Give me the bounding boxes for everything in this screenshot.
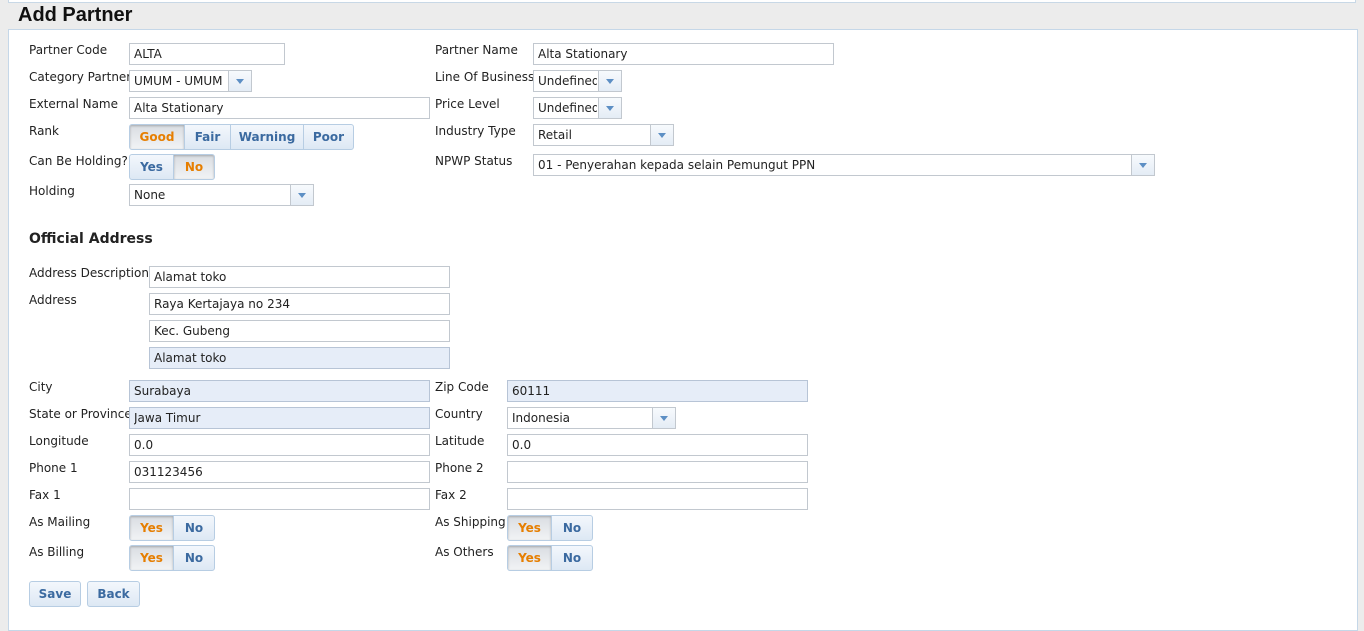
city-input[interactable] <box>129 380 430 402</box>
as-mailing-yes-button[interactable]: Yes <box>130 516 174 540</box>
as-others-yes-button[interactable]: Yes <box>508 546 552 570</box>
chevron-down-icon[interactable] <box>650 125 673 145</box>
zip-code-label: Zip Code <box>435 380 489 394</box>
partner-name-input[interactable] <box>533 43 834 65</box>
as-others-segmented: Yes No <box>507 545 593 571</box>
as-billing-label: As Billing <box>29 545 85 559</box>
rank-poor-button[interactable]: Poor <box>304 125 353 149</box>
official-address-title: Official Address <box>29 231 153 247</box>
npwp-status-value: 01 - Penyerahan kepada selain Pemungut P… <box>538 158 816 172</box>
phone-1-label: Phone 1 <box>29 461 78 475</box>
holding-label: Holding <box>29 184 75 198</box>
save-button[interactable]: Save <box>29 581 81 607</box>
chevron-down-icon[interactable] <box>652 408 675 428</box>
as-others-no-button[interactable]: No <box>552 546 592 570</box>
as-shipping-segmented: Yes No <box>507 515 593 541</box>
chevron-down-icon[interactable] <box>598 98 621 118</box>
as-billing-yes-button[interactable]: Yes <box>130 546 174 570</box>
address-label: Address <box>29 293 77 307</box>
state-input[interactable] <box>129 407 430 429</box>
industry-type-combo[interactable]: Retail <box>533 124 674 146</box>
chevron-down-icon[interactable] <box>228 71 251 91</box>
as-mailing-segmented: Yes No <box>129 515 215 541</box>
as-mailing-label: As Mailing <box>29 515 91 529</box>
line-of-business-label: Line Of Business <box>435 70 535 84</box>
line-of-business-combo[interactable]: Undefined <box>533 70 622 92</box>
country-label: Country <box>435 407 483 421</box>
rank-segmented: Good Fair Warning Poor <box>129 124 354 150</box>
as-shipping-label: As Shipping <box>435 515 506 529</box>
can-be-holding-label: Can Be Holding? <box>29 154 128 168</box>
partner-name-label: Partner Name <box>435 43 518 57</box>
industry-type-value: Retail <box>538 128 572 142</box>
address-description-input[interactable] <box>149 266 450 288</box>
npwp-status-combo[interactable]: 01 - Penyerahan kepada selain Pemungut P… <box>533 154 1155 176</box>
chevron-down-icon[interactable] <box>290 185 313 205</box>
phone-1-input[interactable] <box>129 461 430 483</box>
country-combo[interactable]: Indonesia <box>507 407 676 429</box>
fax-1-input[interactable] <box>129 488 430 510</box>
as-billing-no-button[interactable]: No <box>174 546 214 570</box>
country-value: Indonesia <box>512 411 571 425</box>
as-shipping-no-button[interactable]: No <box>552 516 592 540</box>
as-shipping-yes-button[interactable]: Yes <box>508 516 552 540</box>
state-label: State or Province <box>29 407 132 421</box>
as-billing-segmented: Yes No <box>129 545 215 571</box>
as-others-label: As Others <box>435 545 494 559</box>
can-be-holding-yes-button[interactable]: Yes <box>130 155 174 179</box>
line-of-business-value: Undefined <box>538 74 597 88</box>
phone-2-input[interactable] <box>507 461 808 483</box>
rank-label: Rank <box>29 124 59 138</box>
price-level-combo[interactable]: Undefined <box>533 97 622 119</box>
as-mailing-no-button[interactable]: No <box>174 516 214 540</box>
category-partner-combo[interactable]: UMUM - UMUM <box>129 70 252 92</box>
category-partner-label: Category Partner <box>29 70 132 84</box>
latitude-label: Latitude <box>435 434 485 448</box>
longitude-input[interactable] <box>129 434 430 456</box>
price-level-value: Undefined <box>538 101 597 115</box>
chevron-down-icon[interactable] <box>1131 155 1154 175</box>
holding-value: None <box>134 188 166 202</box>
category-partner-value: UMUM - UMUM <box>134 74 223 88</box>
address-line-1-input[interactable] <box>149 293 450 315</box>
page-title: Add Partner <box>18 4 133 26</box>
holding-combo[interactable]: None <box>129 184 314 206</box>
industry-type-label: Industry Type <box>435 124 516 138</box>
chevron-down-icon[interactable] <box>598 71 621 91</box>
can-be-holding-segmented: Yes No <box>129 154 215 180</box>
price-level-label: Price Level <box>435 97 500 111</box>
latitude-input[interactable] <box>507 434 808 456</box>
can-be-holding-no-button[interactable]: No <box>174 155 214 179</box>
top-frame <box>8 0 1356 3</box>
longitude-label: Longitude <box>29 434 89 448</box>
phone-2-label: Phone 2 <box>435 461 484 475</box>
city-label: City <box>29 380 53 394</box>
rank-good-button[interactable]: Good <box>130 125 185 149</box>
back-button[interactable]: Back <box>87 581 140 607</box>
fax-1-label: Fax 1 <box>29 488 61 502</box>
fax-2-input[interactable] <box>507 488 808 510</box>
npwp-status-label: NPWP Status <box>435 154 513 168</box>
external-name-label: External Name <box>29 97 119 111</box>
fax-2-label: Fax 2 <box>435 488 467 502</box>
rank-warning-button[interactable]: Warning <box>231 125 304 149</box>
partner-code-label: Partner Code <box>29 43 108 57</box>
partner-code-input[interactable] <box>129 43 285 65</box>
address-description-label: Address Description <box>29 266 149 280</box>
external-name-input[interactable] <box>129 97 430 119</box>
address-line-3-input[interactable] <box>149 347 450 369</box>
rank-fair-button[interactable]: Fair <box>185 125 231 149</box>
zip-code-input[interactable] <box>507 380 808 402</box>
address-line-2-input[interactable] <box>149 320 450 342</box>
